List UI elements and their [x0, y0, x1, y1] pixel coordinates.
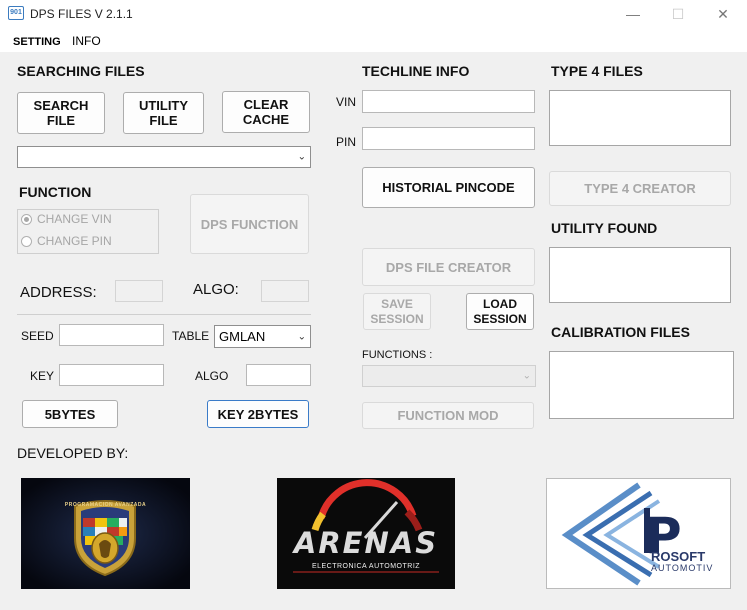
5bytes-button[interactable]: 5BYTES [22, 400, 118, 428]
developed-by-label: DEVELOPED BY: [17, 445, 129, 461]
shield-crest-icon [21, 478, 190, 589]
utility-found-list[interactable] [549, 247, 731, 303]
type4-files-list[interactable] [549, 90, 731, 146]
save-session-button[interactable]: SAVE SESSION [363, 293, 431, 330]
key-2bytes-button[interactable]: KEY 2BYTES [207, 400, 309, 428]
pin-input[interactable] [362, 127, 535, 150]
type4-files-heading: TYPE 4 FILES [551, 63, 643, 79]
logo2-subtext: ELECTRONICA AUTOMOTRIZ [311, 563, 421, 570]
algo-label: ALGO: [193, 281, 239, 298]
change-pin-label: CHANGE PIN [37, 234, 112, 248]
search-file-label-2: FILE [46, 113, 76, 128]
load-session-label-1: LOAD [483, 296, 517, 311]
techline-info-heading: TECHLINE INFO [362, 63, 470, 79]
app-icon: 901 [8, 6, 24, 20]
utility-found-heading: UTILITY FOUND [551, 220, 658, 236]
address-input[interactable] [115, 280, 163, 302]
historial-pincode-button[interactable]: HISTORIAL PINCODE [362, 167, 535, 208]
algo-input[interactable] [261, 280, 309, 302]
utility-file-label-2: FILE [149, 113, 178, 128]
maximize-button[interactable]: ☐ [663, 4, 693, 24]
logo2-text: ARENAS [293, 526, 439, 560]
menu-setting[interactable]: SETTING [13, 36, 61, 48]
file-combo[interactable]: ⌄ [17, 146, 311, 168]
calibration-files-heading: CALIBRATION FILES [551, 324, 690, 340]
menu-info[interactable]: INFO [72, 34, 101, 48]
algo2-input[interactable] [246, 364, 311, 386]
utility-file-label-1: UTILITY [138, 98, 189, 113]
logo3-subtext: AUTOMOTIV [651, 563, 714, 573]
dps-function-button[interactable]: DPS FUNCTION [190, 194, 309, 254]
radio-selected-icon [21, 213, 32, 225]
change-vin-radio[interactable]: CHANGE VIN [21, 212, 112, 226]
vin-label: VIN [336, 95, 357, 109]
window-title: DPS FILES V 2.1.1 [30, 7, 133, 21]
change-pin-radio[interactable]: CHANGE PIN [21, 234, 112, 248]
logo-arenas: ARENAS ELECTRONICA AUTOMOTRIZ [277, 478, 455, 589]
search-file-button[interactable]: SEARCH FILE [17, 92, 105, 134]
minimize-button[interactable]: — [618, 4, 648, 24]
seed-input[interactable] [59, 324, 164, 346]
pin-label: PIN [336, 135, 357, 149]
logo3-text: ROSOFT [651, 549, 706, 564]
clear-cache-button[interactable]: CLEAR CACHE [222, 91, 310, 133]
calibration-files-list[interactable] [549, 351, 734, 419]
address-label: ADDRESS: [20, 284, 97, 301]
clear-cache-label-1: CLEAR [243, 97, 289, 112]
chevron-down-icon: ⌄ [297, 151, 306, 163]
utility-file-button[interactable]: UTILITY FILE [123, 92, 204, 134]
load-session-label-2: SESSION [473, 311, 527, 326]
table-combo[interactable]: GMLAN ⌄ [214, 325, 311, 348]
change-vin-label: CHANGE VIN [37, 212, 112, 226]
chevron-down-icon: ⌄ [297, 331, 306, 342]
searching-files-heading: SEARCHING FILES [17, 63, 145, 79]
logo-programacion-avanzada: PROGRAMACION AVANZADA [21, 478, 190, 589]
table-label: TABLE [172, 329, 210, 343]
dps-file-creator-button[interactable]: DPS FILE CREATOR [362, 248, 535, 286]
clear-cache-label-2: CACHE [242, 112, 290, 127]
key-input[interactable] [59, 364, 164, 386]
chevron-down-icon: ⌄ [522, 370, 531, 382]
close-button[interactable]: ✕ [708, 4, 738, 24]
radio-unselected-icon [21, 235, 32, 247]
load-session-button[interactable]: LOAD SESSION [466, 293, 534, 330]
search-file-label-1: SEARCH [33, 98, 89, 113]
save-session-label-2: SESSION [370, 311, 424, 326]
logo1-arc-text: PROGRAMACION AVANZADA [64, 502, 147, 508]
vin-input[interactable] [362, 90, 535, 113]
logo-prosoft: P ROSOFT AUTOMOTIV [546, 478, 731, 589]
functions-combo[interactable]: ⌄ [362, 365, 536, 387]
function-mod-button[interactable]: FUNCTION MOD [362, 402, 534, 429]
save-session-label-1: SAVE [381, 296, 413, 311]
functions-label: FUNCTIONS : [362, 349, 433, 361]
menu-bar [0, 28, 747, 52]
table-combo-value: GMLAN [219, 329, 266, 344]
separator [17, 314, 311, 315]
type4-creator-button[interactable]: TYPE 4 CREATOR [549, 171, 731, 206]
algo2-label: ALGO [195, 369, 229, 383]
seed-label: SEED [21, 329, 54, 343]
key-label: KEY [30, 369, 55, 383]
function-heading: FUNCTION [19, 184, 92, 200]
